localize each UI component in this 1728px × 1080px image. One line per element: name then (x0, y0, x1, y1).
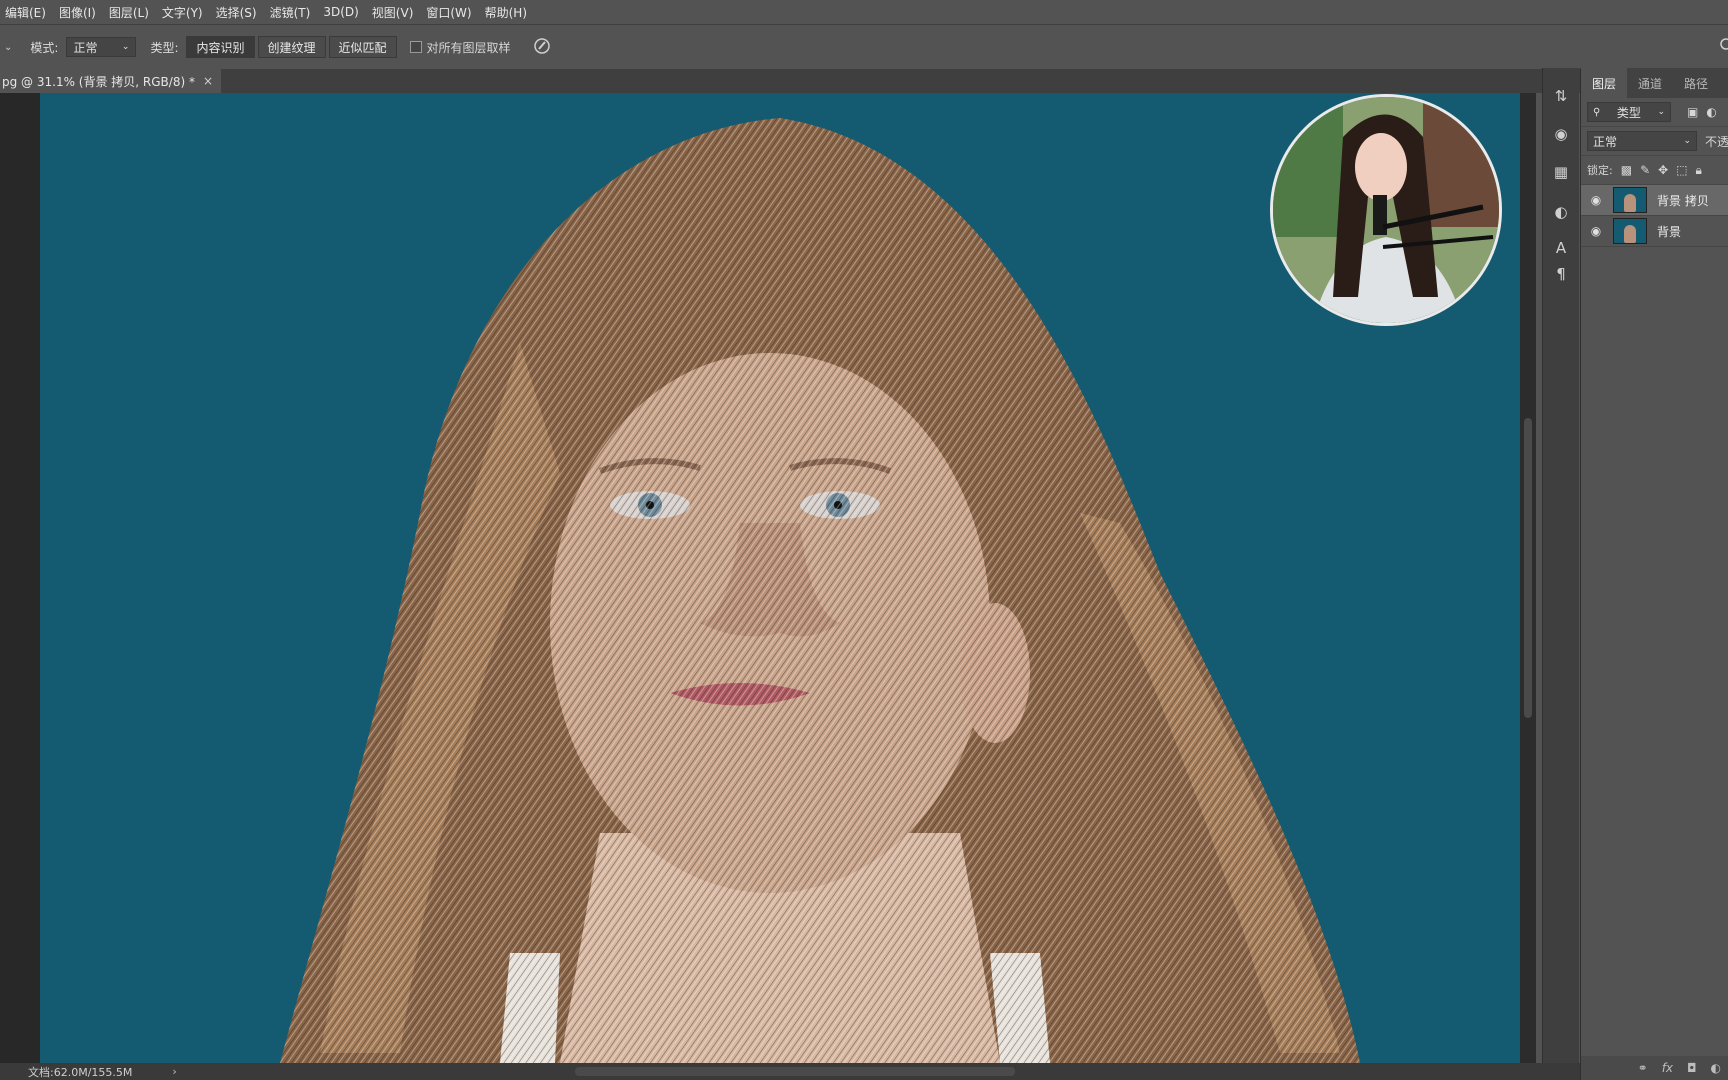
texture-overlay (280, 118, 1360, 1063)
tab-channels[interactable]: 通道 (1627, 75, 1673, 98)
paragraph-icon[interactable]: ¶ (1549, 262, 1573, 286)
color-palette-icon[interactable]: ◉ (1549, 122, 1573, 146)
tab-layers[interactable]: 图层 (1581, 67, 1628, 98)
blend-mode-value: 正常 (1593, 134, 1618, 149)
tool-preset-chevron-icon[interactable]: ⌄ (4, 42, 12, 53)
link-icon[interactable]: ⚭ (1638, 1061, 1648, 1075)
layer-thumbnail (1613, 187, 1647, 213)
layer-thumbnail (1613, 218, 1647, 244)
menu-bar: 编辑(E) 图像(I) 图层(L) 文字(Y) 选择(S) 滤镜(T) 3D(D… (0, 0, 1728, 24)
doc-size-readout: 文档:62.0M/155.5M (28, 1065, 133, 1079)
fx-icon[interactable]: fx (1662, 1061, 1673, 1075)
document-title: pg @ 31.1% (背景 拷贝, RGB/8) * (2, 74, 195, 89)
create-texture-button[interactable]: 创建纹理 (257, 36, 326, 58)
sample-all-layers-checkbox[interactable]: 对所有图层取样 (409, 39, 511, 56)
eye-icon[interactable]: ◉ (1585, 224, 1607, 238)
webcam-image (1273, 97, 1499, 323)
checkbox-box[interactable] (409, 41, 422, 53)
layer-row[interactable]: ◉ 背景 拷贝 (1581, 185, 1728, 216)
menu-help[interactable]: 帮助(H) (480, 4, 535, 21)
menu-view[interactable]: 视图(V) (367, 4, 422, 21)
chevron-down-icon: ⌄ (121, 42, 130, 52)
filter-kind-select[interactable]: ⚲ 类型 ⌄ (1587, 102, 1671, 122)
menu-select[interactable]: 选择(S) (211, 4, 265, 21)
mask-icon[interactable]: ◘ (1687, 1061, 1697, 1075)
layer-name: 背景 拷贝 (1657, 193, 1709, 208)
type-segmented: 内容识别 创建纹理 近似匹配 (186, 36, 399, 58)
mode-value: 正常 (73, 40, 98, 55)
horizontal-scroll-thumb[interactable] (575, 1067, 1015, 1076)
webcam-overlay (1270, 94, 1502, 326)
menu-filter[interactable]: 滤镜(T) (265, 4, 319, 21)
menu-type[interactable]: 文字(Y) (157, 4, 211, 21)
options-bar: ⌄ 模式: 正常 ⌄ 类型: 内容识别 创建纹理 近似匹配 对所有图层取样 (0, 24, 1728, 70)
layer-row[interactable]: ◉ 背景 (1581, 216, 1728, 247)
eye-icon[interactable]: ◉ (1585, 193, 1607, 207)
character-icon[interactable]: A (1549, 236, 1573, 260)
menu-edit[interactable]: 编辑(E) (0, 4, 54, 21)
panel-icon-strip: ⇅ ◉ ▦ ◐ A ¶ (1542, 68, 1579, 1080)
pasteboard-left (0, 93, 40, 1063)
adjustment-filter-icon[interactable]: ◐ (1706, 105, 1716, 119)
adjustments-icon[interactable]: ◐ (1549, 200, 1573, 224)
layer-name: 背景 (1657, 224, 1682, 239)
mode-select[interactable]: 正常 ⌄ (66, 37, 137, 57)
lock-artboard-icon[interactable]: ⬚ (1676, 163, 1687, 177)
panel-footer: ⚭ fx ◘ ◐ (1581, 1056, 1728, 1080)
tab-paths[interactable]: 路径 (1673, 75, 1719, 98)
proximity-match-button[interactable]: 近似匹配 (328, 36, 397, 58)
opacity-label: 不透 (1704, 134, 1728, 149)
menu-image[interactable]: 图像(I) (54, 4, 104, 21)
document-tab[interactable]: pg @ 31.1% (背景 拷贝, RGB/8) * × (0, 69, 222, 93)
layers-panel: 图层 通道 路径 ⚲ 类型 ⌄ ▣ ◐ 正常 ⌄ 不透 锁定: ▩ ✎ ✥ ⬚ … (1580, 67, 1728, 1080)
vertical-scroll-thumb[interactable] (1524, 418, 1532, 718)
adjustment-icon[interactable]: ◐ (1711, 1061, 1721, 1075)
type-label: 类型: (150, 40, 179, 55)
menu-layer[interactable]: 图层(L) (104, 4, 157, 21)
chevron-down-icon: ⌄ (1683, 136, 1691, 146)
filter-kind-value: 类型 (1616, 105, 1641, 120)
search-icon: ⚲ (1593, 106, 1601, 118)
lock-transparent-icon[interactable]: ▩ (1621, 163, 1632, 177)
blend-mode-select[interactable]: 正常 ⌄ (1587, 131, 1697, 151)
menu-window[interactable]: 窗口(W) (421, 4, 479, 21)
search-icon[interactable] (1716, 37, 1728, 56)
history-icon[interactable]: ⇅ (1549, 84, 1573, 108)
lock-row: 锁定: ▩ ✎ ✥ ⬚ 🔒︎ (1581, 156, 1728, 185)
content-aware-button[interactable]: 内容识别 (186, 36, 255, 58)
image-filter-icon[interactable]: ▣ (1687, 105, 1698, 119)
vertical-scrollbar[interactable] (1520, 93, 1536, 1063)
blend-row: 正常 ⌄ 不透 (1581, 127, 1728, 156)
close-icon[interactable]: × (203, 74, 213, 88)
pressure-brush-icon[interactable] (533, 37, 551, 58)
lock-paint-icon[interactable]: ✎ (1640, 163, 1650, 177)
sample-all-layers-label: 对所有图层取样 (426, 40, 511, 55)
menu-3d[interactable]: 3D(D) (318, 5, 366, 19)
lock-move-icon[interactable]: ✥ (1658, 163, 1668, 177)
grid-swatches-icon[interactable]: ▦ (1549, 160, 1573, 184)
mode-label: 模式: (30, 40, 59, 55)
chevron-down-icon: ⌄ (1657, 107, 1665, 117)
layer-filter-row: ⚲ 类型 ⌄ ▣ ◐ (1581, 98, 1728, 127)
document-tab-bar: pg @ 31.1% (背景 拷贝, RGB/8) * × (0, 69, 1580, 93)
lock-label: 锁定: (1587, 164, 1613, 177)
panel-tabs: 图层 通道 路径 (1581, 67, 1728, 98)
lock-all-icon[interactable]: 🔒︎ (1696, 163, 1702, 178)
status-menu-arrow[interactable]: › (172, 1065, 176, 1078)
